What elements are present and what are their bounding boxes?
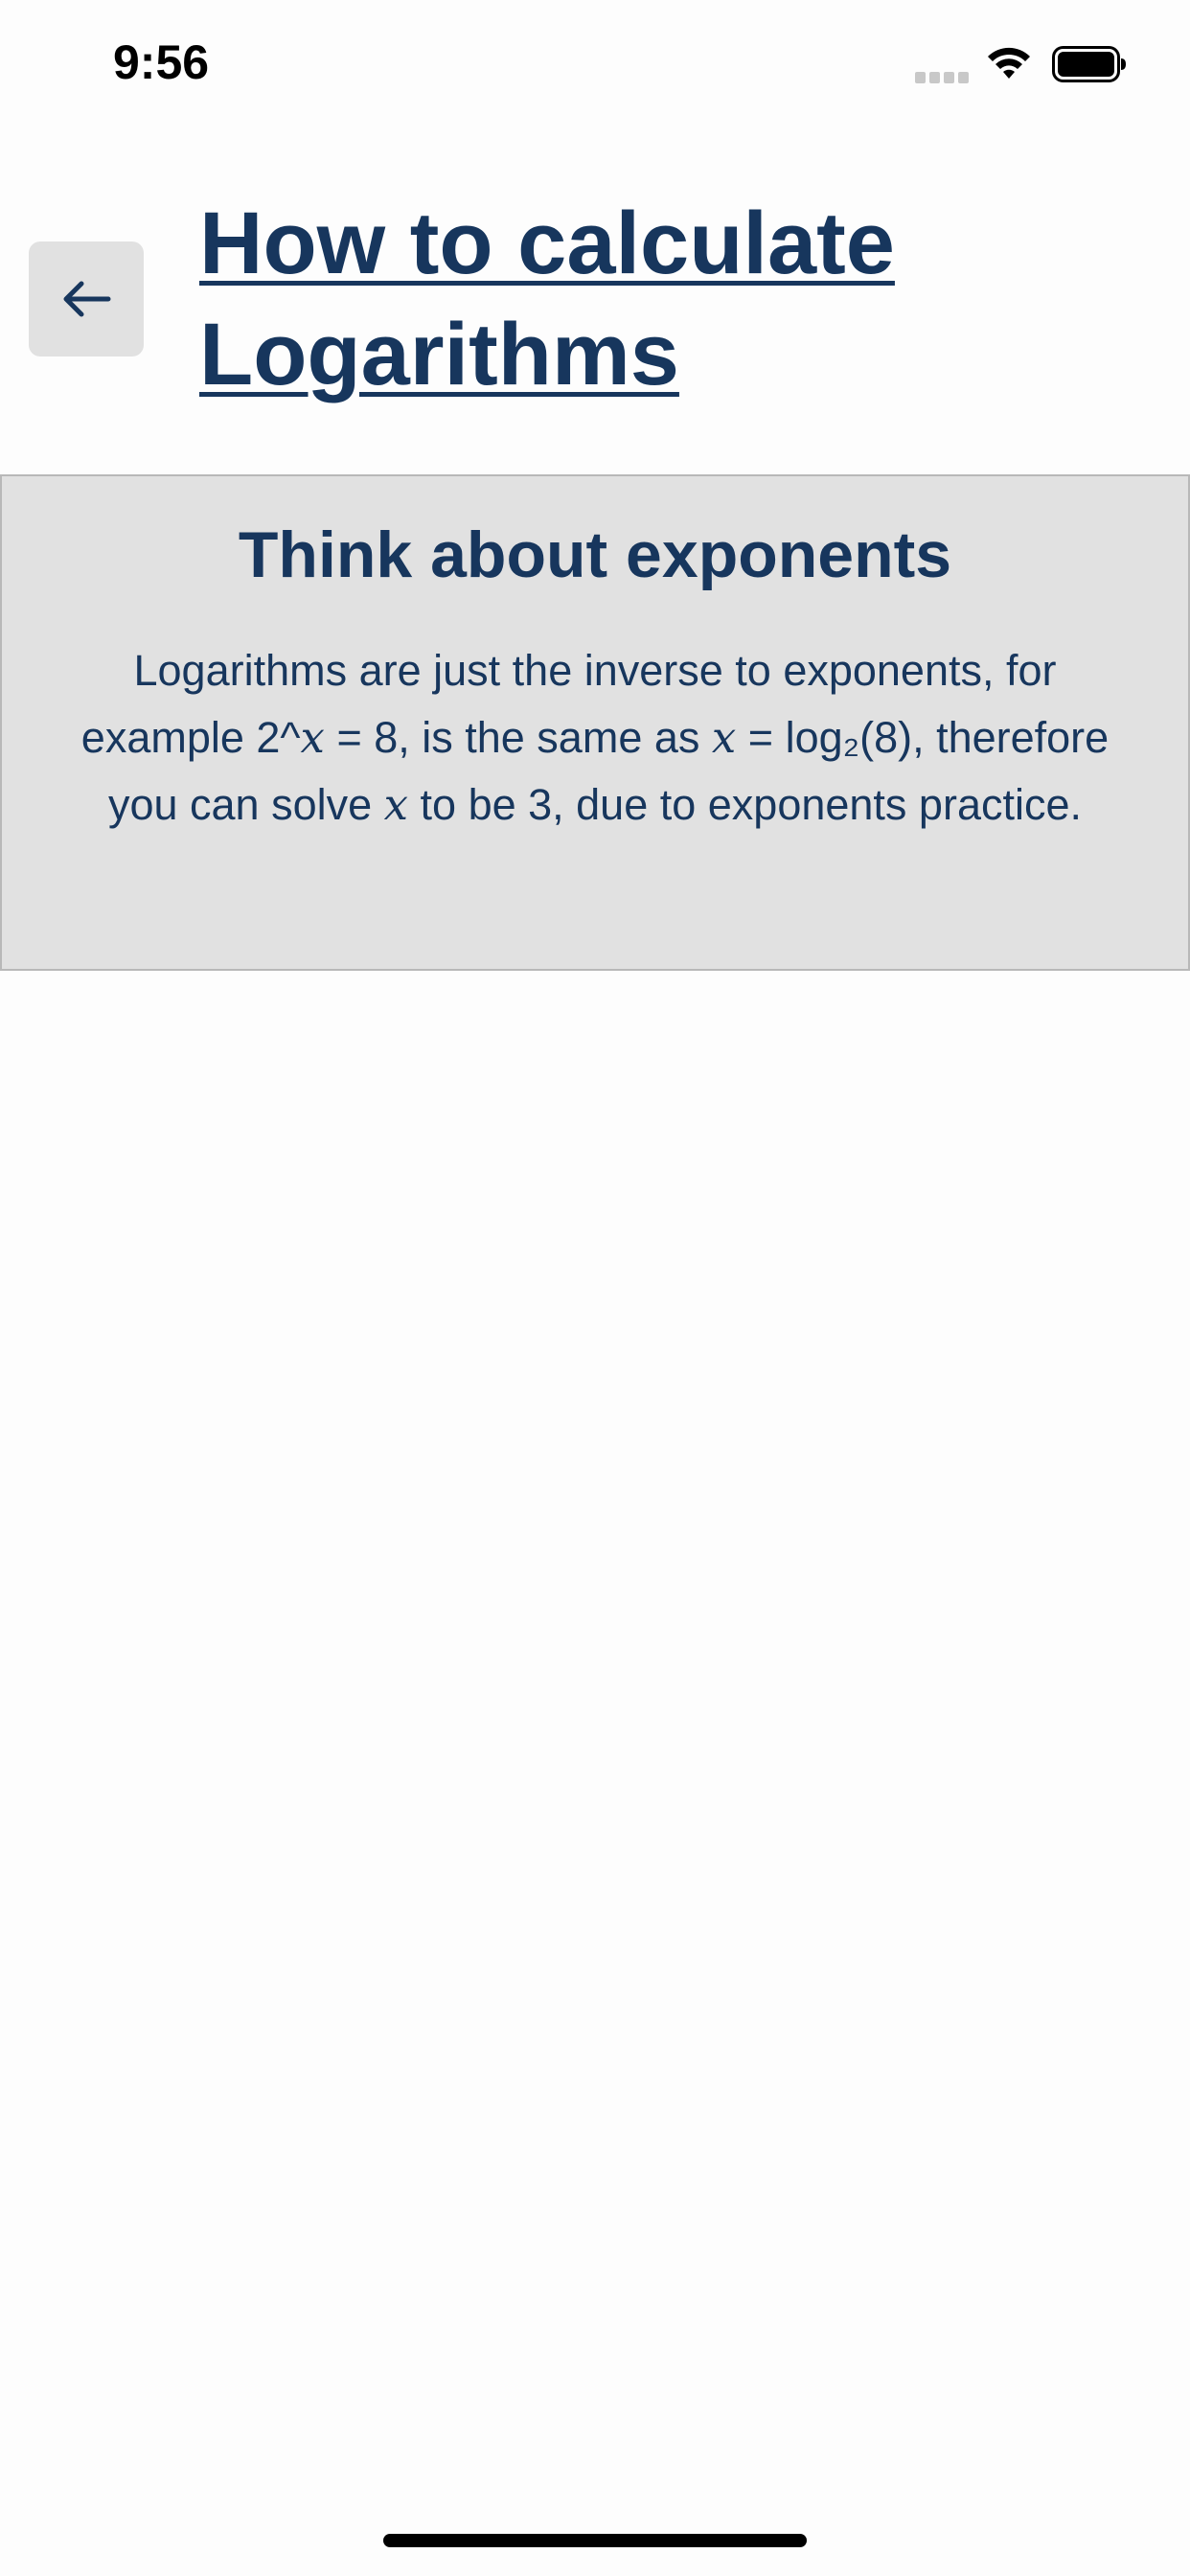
back-button[interactable]: [29, 242, 144, 356]
math-variable: x: [711, 712, 737, 763]
page-title[interactable]: How to calculate Logarithms: [199, 188, 1119, 410]
signal-icon: [915, 72, 969, 83]
card-body-text: = 8, is the same as: [324, 713, 712, 762]
battery-icon: [1052, 46, 1126, 82]
arrow-left-icon: [63, 281, 111, 317]
wifi-icon: [988, 47, 1030, 79]
status-bar: 9:56: [0, 0, 1190, 126]
card-heading: Think about exponents: [238, 518, 952, 591]
home-indicator[interactable]: [383, 2534, 807, 2547]
math-variable: x: [383, 779, 409, 830]
tip-card: Think about exponents Logarithms are jus…: [0, 474, 1190, 971]
card-body-text: to be 3, due to exponents practice.: [408, 780, 1083, 829]
status-time: 9:56: [113, 35, 210, 89]
card-body: Logarithms are just the inverse to expon…: [54, 637, 1136, 839]
math-variable: x: [300, 712, 325, 763]
